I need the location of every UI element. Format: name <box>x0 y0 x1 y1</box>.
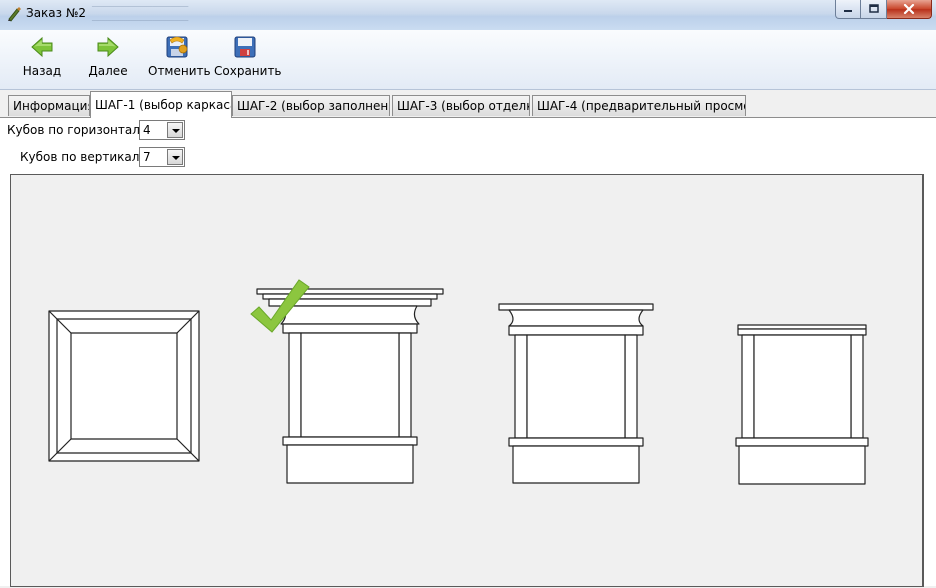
step-1-panel: Кубов по горизонтали: 4 Кубов по вертика… <box>0 117 936 587</box>
frame-option-cornice-medium[interactable] <box>498 303 654 484</box>
frame-option-cornice-simple[interactable] <box>735 324 869 485</box>
frame-options-svg <box>48 279 869 485</box>
frame-option-cornice-large[interactable] <box>256 288 444 484</box>
frame-option-square[interactable] <box>48 310 200 462</box>
app-window: ──────────────── ──────────────── Заказ … <box>0 0 936 587</box>
tab-step-1[interactable]: ШАГ-1 (выбор каркаса) <box>90 91 232 118</box>
frame-preview-area <box>10 174 924 587</box>
